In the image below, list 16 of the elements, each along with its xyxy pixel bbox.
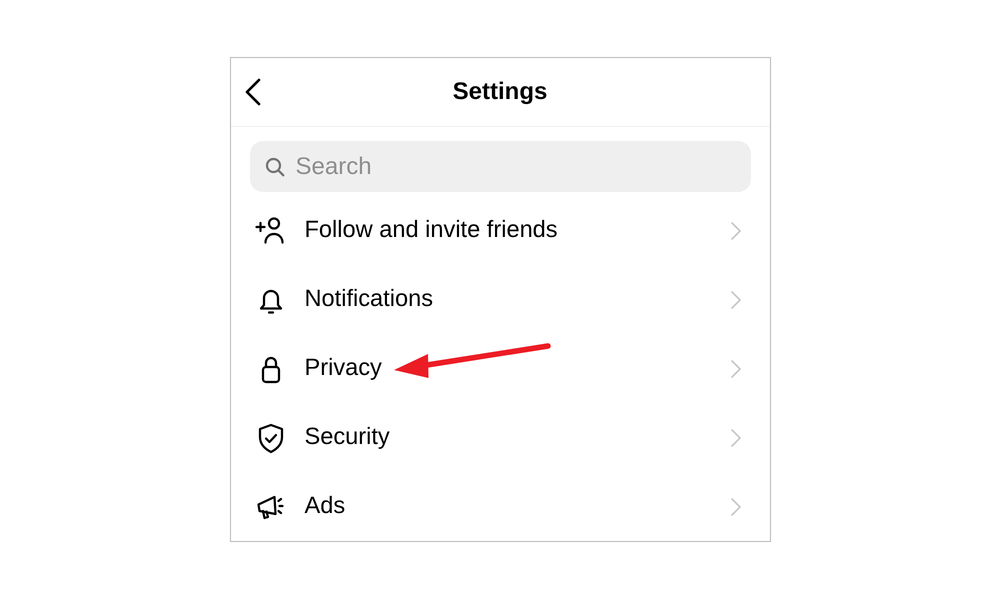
- settings-item[interactable]: Security: [304, 424, 390, 451]
- settings-item[interactable]: Privacy: [304, 355, 382, 382]
- back-button[interactable]: [244, 78, 262, 106]
- chevron-right-icon: [730, 428, 740, 446]
- settings-item[interactable]: Ads: [304, 493, 346, 520]
- chevron-right-icon: [730, 290, 740, 308]
- search-icon: [264, 157, 284, 177]
- settings-item[interactable]: Follow and invite friends: [304, 217, 558, 244]
- chevron-right-icon: [730, 498, 740, 516]
- search-field[interactable]: Search: [250, 141, 750, 192]
- add-person-icon: [254, 214, 286, 246]
- back-chevron-icon: [244, 78, 262, 106]
- page-title: Settings: [452, 78, 548, 106]
- settings-item[interactable]: Notifications: [304, 286, 434, 313]
- chevron-right-icon: [730, 360, 740, 378]
- chevron-right-icon: [730, 222, 740, 240]
